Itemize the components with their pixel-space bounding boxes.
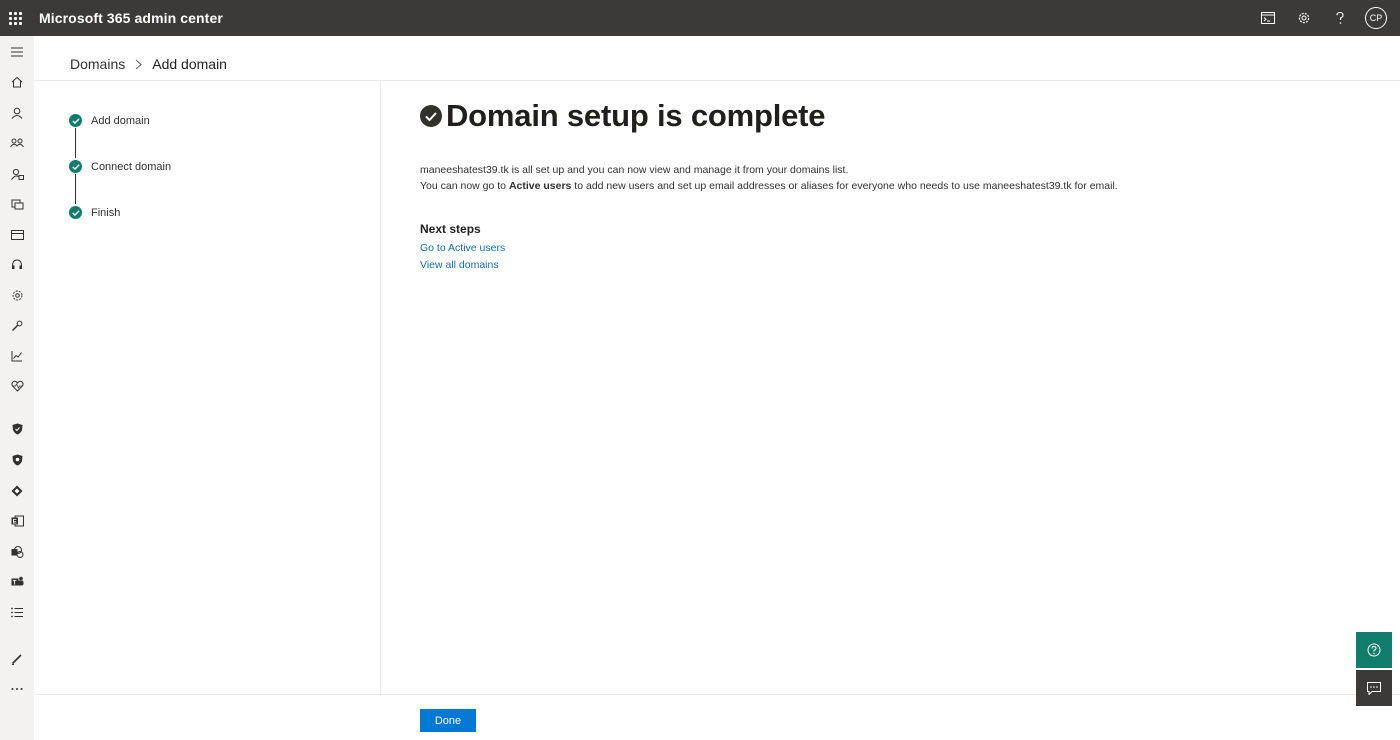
step-label: Connect domain — [91, 160, 172, 173]
all-admin-centers-icon[interactable] — [7, 602, 27, 622]
support-icon[interactable] — [7, 255, 27, 275]
user-icon[interactable] — [7, 103, 27, 123]
chevron-right-icon — [135, 59, 142, 70]
exchange-icon[interactable]: E — [7, 511, 27, 531]
reports-icon[interactable] — [7, 346, 27, 366]
terminal-icon[interactable] — [1250, 0, 1286, 36]
wizard-step-finish: Finish — [69, 206, 120, 219]
sharepoint-icon[interactable] — [7, 542, 27, 562]
go-to-active-users-link[interactable]: Go to Active users — [420, 242, 1360, 254]
feedback-button[interactable] — [1356, 670, 1392, 706]
settings-icon[interactable] — [7, 285, 27, 305]
gear-icon[interactable] — [1286, 0, 1322, 36]
breadcrumb: Domains Add domain — [70, 54, 227, 74]
description: maneeshatest39.tk is all set up and you … — [420, 162, 1360, 194]
step-connector — [75, 128, 76, 158]
view-all-domains-link[interactable]: View all domains — [420, 259, 1360, 271]
page-title: Domain setup is complete — [446, 98, 826, 133]
more-icon[interactable] — [7, 679, 27, 699]
wizard-steps-panel: Add domain Connect domain Finish — [34, 81, 381, 694]
help-icon[interactable] — [1322, 0, 1358, 36]
account-avatar[interactable]: CP — [1358, 0, 1394, 36]
check-circle-icon — [420, 105, 442, 127]
step-connector — [75, 174, 76, 204]
check-circle-icon — [69, 114, 82, 127]
teams-groups-icon[interactable] — [7, 133, 27, 153]
svg-text:T: T — [12, 580, 16, 586]
help-support-button[interactable] — [1356, 632, 1392, 668]
description-line-2: You can now go to Active users to add ne… — [420, 178, 1360, 194]
done-button[interactable]: Done — [420, 709, 476, 732]
app-title[interactable]: Microsoft 365 admin center — [39, 10, 223, 26]
app-launcher-icon[interactable] — [0, 0, 30, 36]
svg-text:E: E — [12, 520, 16, 526]
endpoint-manager-icon[interactable] — [7, 481, 27, 501]
step-label: Finish — [91, 206, 121, 219]
top-header-bar: Microsoft 365 admin center CP — [0, 0, 1400, 36]
billing-icon[interactable] — [7, 225, 27, 245]
health-icon[interactable] — [7, 376, 27, 396]
customize-icon[interactable] — [7, 649, 27, 669]
title-row: Domain setup is complete — [420, 98, 1360, 134]
resources-icon[interactable] — [7, 194, 27, 214]
left-nav-rail: E T — [0, 36, 34, 740]
description-line-1: maneeshatest39.tk is all set up and you … — [420, 164, 849, 176]
footer-divider — [34, 694, 1400, 695]
step-label: Add domain — [91, 114, 150, 127]
teams-icon[interactable]: T — [7, 572, 27, 592]
main-content: Domain setup is complete maneeshatest39.… — [420, 98, 1360, 271]
security-icon[interactable] — [7, 419, 27, 439]
wizard-step-connect-domain: Connect domain — [69, 160, 171, 173]
menu-icon[interactable] — [7, 42, 27, 62]
description-text: to add new users and set up email addres… — [571, 180, 1118, 192]
avatar: CP — [1365, 7, 1387, 29]
next-steps-heading: Next steps — [420, 222, 481, 236]
setup-icon[interactable] — [7, 316, 27, 336]
active-users-emphasis: Active users — [508, 180, 572, 192]
wizard-step-add-domain: Add domain — [69, 114, 150, 127]
check-circle-icon — [69, 206, 82, 219]
breadcrumb-current: Add domain — [152, 56, 227, 72]
compliance-icon[interactable] — [7, 450, 27, 470]
description-text: You can now go to — [420, 180, 509, 192]
roles-icon[interactable] — [7, 164, 27, 184]
breadcrumb-domains-link[interactable]: Domains — [70, 56, 125, 72]
home-icon[interactable] — [7, 72, 27, 92]
check-circle-icon — [69, 160, 82, 173]
